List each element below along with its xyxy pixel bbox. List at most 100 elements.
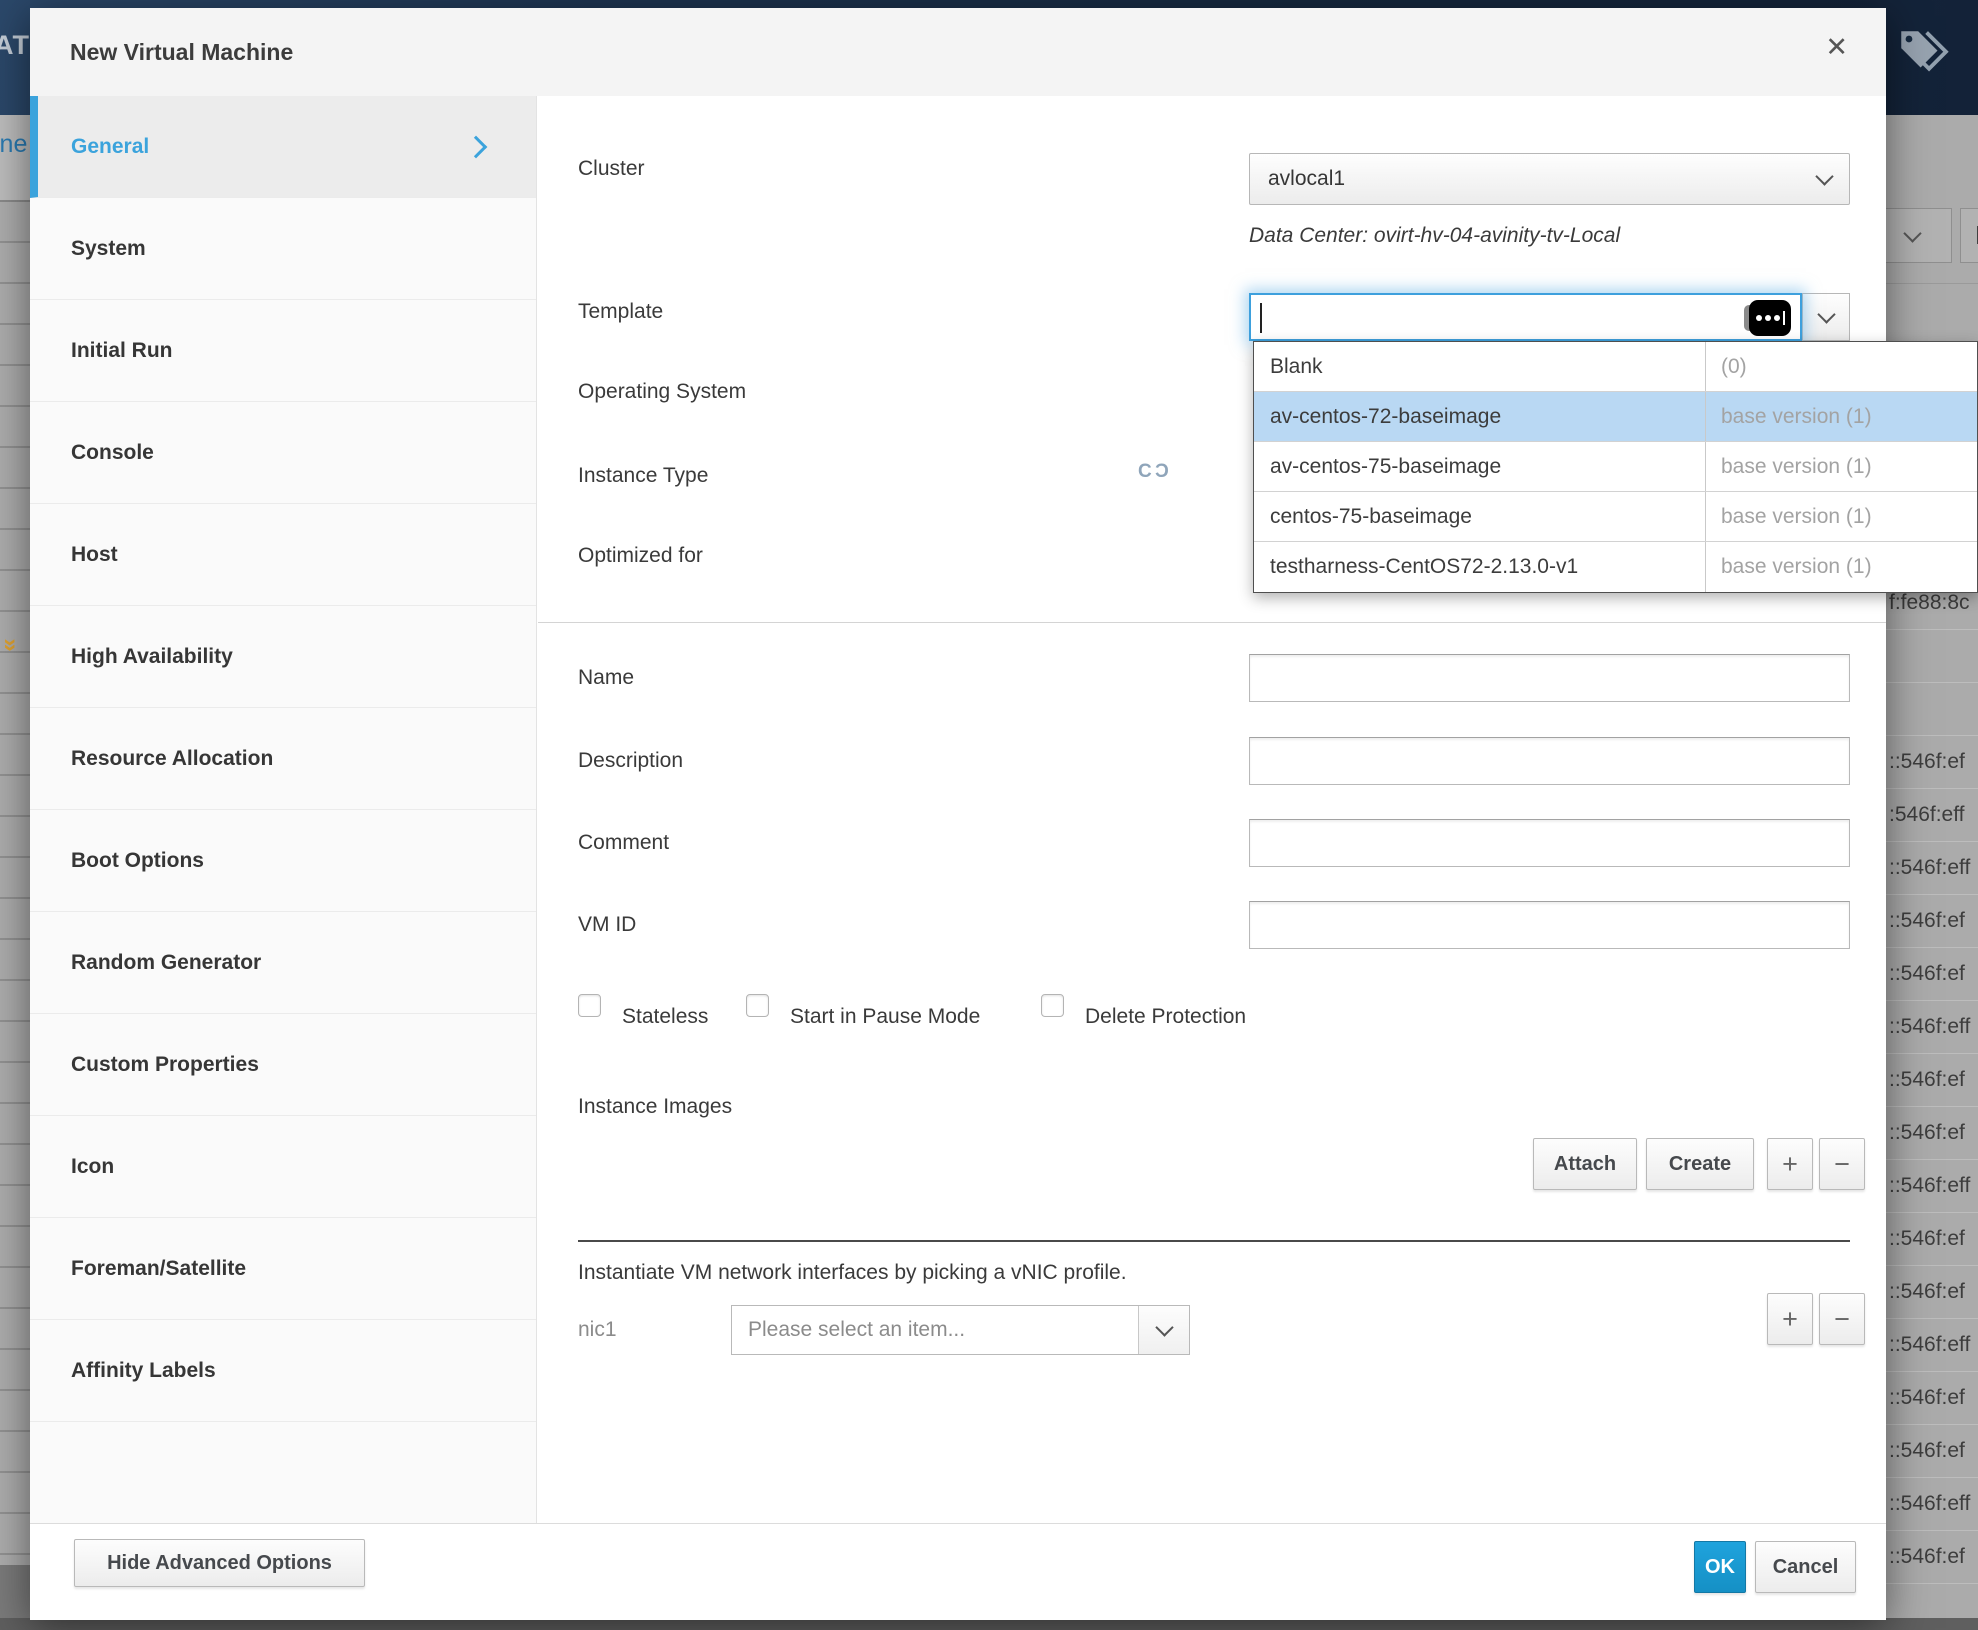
chevron-right-icon: [465, 135, 488, 158]
sidebar-item-host[interactable]: Host: [30, 504, 536, 606]
table-row: [1886, 630, 1978, 683]
pause-mode-label: Start in Pause Mode: [790, 1005, 980, 1029]
comment-input[interactable]: [1249, 819, 1850, 867]
stateless-checkbox-group: Stateless: [578, 994, 708, 1029]
template-dropdown-list: Blank (0) av-centos-72-baseimage base ve…: [1253, 341, 1978, 593]
table-row: ::546f:eff: [1886, 1160, 1978, 1213]
template-dropdown-button[interactable]: [1802, 293, 1850, 341]
ok-button[interactable]: OK: [1694, 1541, 1746, 1593]
dialog-footer: Hide Advanced Options OK Cancel: [30, 1523, 1886, 1620]
instance-type-label: Instance Type: [578, 464, 708, 488]
sidebar-item-resource-allocation[interactable]: Resource Allocation: [30, 708, 536, 810]
sidebar-item-boot-options[interactable]: Boot Options: [30, 810, 536, 912]
table-row: ::546f:ef: [1886, 1266, 1978, 1319]
attach-button[interactable]: Attach: [1533, 1138, 1637, 1190]
chevron-down-icon: [1815, 167, 1833, 185]
sidebar-item-system[interactable]: System: [30, 198, 536, 300]
template-option-centos-75[interactable]: centos-75-baseimage base version (1): [1254, 492, 1977, 542]
optimized-for-label: Optimized for: [578, 544, 703, 568]
pause-mode-checkbox-group: Start in Pause Mode: [746, 994, 980, 1029]
sidebar-item-console[interactable]: Console: [30, 402, 536, 504]
template-option-testharness[interactable]: testharness-CentOS72-2.13.0-v1 base vers…: [1254, 542, 1977, 592]
chevron-down-icon: [1817, 305, 1835, 323]
background-rows-right: f:fe88:8c ::546f:ef :546f:eff ::546f:eff…: [1886, 577, 1978, 1584]
template-combobox: [1249, 293, 1850, 341]
template-option-av-centos-75[interactable]: av-centos-75-baseimage base version (1): [1254, 442, 1977, 492]
table-row: ::546f:ef: [1886, 895, 1978, 948]
delete-protection-checkbox[interactable]: [1041, 994, 1064, 1017]
vm-id-input[interactable]: [1249, 901, 1850, 949]
background-more-button: M: [1960, 208, 1978, 263]
table-row: ::546f:ef: [1886, 1213, 1978, 1266]
divider: [1886, 283, 1978, 284]
table-row: ::546f:ef: [1886, 1054, 1978, 1107]
table-row: ::546f:ef: [1886, 1107, 1978, 1160]
datacenter-note: Data Center: ovirt-hv-04-avinity-tv-Loca…: [1249, 224, 1620, 248]
stateless-checkbox[interactable]: [578, 994, 601, 1017]
description-input[interactable]: [1249, 737, 1850, 785]
sidebar-item-icon[interactable]: Icon: [30, 1116, 536, 1218]
table-row: ::546f:eff: [1886, 1001, 1978, 1054]
template-input[interactable]: [1249, 293, 1802, 341]
breadcrumb-fragment: ine: [0, 130, 27, 159]
sidebar-item-random-generator[interactable]: Random Generator: [30, 912, 536, 1014]
name-input[interactable]: [1249, 654, 1850, 702]
section-divider: [538, 622, 1886, 623]
instance-images-label: Instance Images: [578, 1095, 732, 1119]
template-option-av-centos-72[interactable]: av-centos-72-baseimage base version (1): [1254, 392, 1977, 442]
input-method-indicator-icon: [1749, 300, 1791, 336]
sidebar-item-initial-run[interactable]: Initial Run: [30, 300, 536, 402]
sidebar-item-foreman-satellite[interactable]: Foreman/Satellite: [30, 1218, 536, 1320]
template-label: Template: [578, 300, 663, 324]
table-row: ::546f:eff: [1886, 842, 1978, 895]
vm-status-down-icon: »: [0, 638, 23, 651]
description-label: Description: [578, 749, 683, 773]
dialog-content: Cluster avlocal1 Data Center: ovirt-hv-0…: [538, 96, 1886, 1531]
new-vm-dialog: New Virtual Machine ✕ General System Ini…: [30, 8, 1886, 1620]
close-icon[interactable]: ✕: [1825, 34, 1848, 61]
dialog-header: New Virtual Machine ✕: [30, 8, 1886, 96]
screen: ATI ine » M f:fe88:8c ::546f:ef :546f:ef…: [0, 0, 1978, 1630]
chevron-down-icon: [1138, 1306, 1189, 1354]
add-image-button[interactable]: +: [1767, 1138, 1813, 1190]
sidebar-item-general[interactable]: General: [30, 96, 536, 198]
add-nic-button[interactable]: +: [1767, 1293, 1813, 1345]
nic-instruction: Instantiate VM network interfaces by pic…: [578, 1261, 1127, 1285]
cluster-label: Cluster: [578, 157, 645, 181]
cluster-select[interactable]: avlocal1: [1249, 153, 1850, 205]
table-row: ::546f:ef: [1886, 948, 1978, 1001]
table-row: [1886, 683, 1978, 736]
remove-nic-button[interactable]: −: [1819, 1293, 1865, 1345]
dialog-title: New Virtual Machine: [70, 8, 293, 96]
text-cursor: [1260, 303, 1262, 333]
cancel-button[interactable]: Cancel: [1755, 1541, 1856, 1593]
create-button[interactable]: Create: [1646, 1138, 1754, 1190]
background-rows-left: [0, 202, 30, 1565]
sidebar-item-custom-properties[interactable]: Custom Properties: [30, 1014, 536, 1116]
hide-advanced-options-button[interactable]: Hide Advanced Options: [74, 1539, 365, 1587]
table-row: :546f:eff: [1886, 789, 1978, 842]
pause-mode-checkbox[interactable]: [746, 994, 769, 1017]
vm-id-label: VM ID: [578, 913, 636, 937]
delete-protection-checkbox-group: Delete Protection: [1041, 994, 1246, 1029]
unlink-icon: CC: [1138, 462, 1168, 481]
nic-section-divider: [578, 1240, 1850, 1242]
nic1-profile-select[interactable]: Please select an item...: [731, 1305, 1190, 1355]
template-option-blank[interactable]: Blank (0): [1254, 342, 1977, 392]
name-label: Name: [578, 666, 634, 690]
chevron-down-icon: [1903, 224, 1921, 242]
tags-icon: [1894, 24, 1952, 87]
sidebar-item-high-availability[interactable]: High Availability: [30, 606, 536, 708]
sidebar-item-affinity-labels[interactable]: Affinity Labels: [30, 1320, 536, 1422]
table-row: ::546f:ef: [1886, 1531, 1978, 1584]
table-row: ::546f:ef: [1886, 1372, 1978, 1425]
comment-label: Comment: [578, 831, 669, 855]
operating-system-label: Operating System: [578, 380, 746, 404]
stateless-label: Stateless: [622, 1005, 708, 1029]
table-row: ::546f:ef: [1886, 1425, 1978, 1478]
table-row: ::546f:eff: [1886, 1319, 1978, 1372]
dialog-sidebar: General System Initial Run Console Host …: [30, 96, 537, 1523]
remove-image-button[interactable]: −: [1819, 1138, 1865, 1190]
table-row: ::546f:eff: [1886, 1478, 1978, 1531]
background-table-left: »: [0, 115, 30, 1630]
